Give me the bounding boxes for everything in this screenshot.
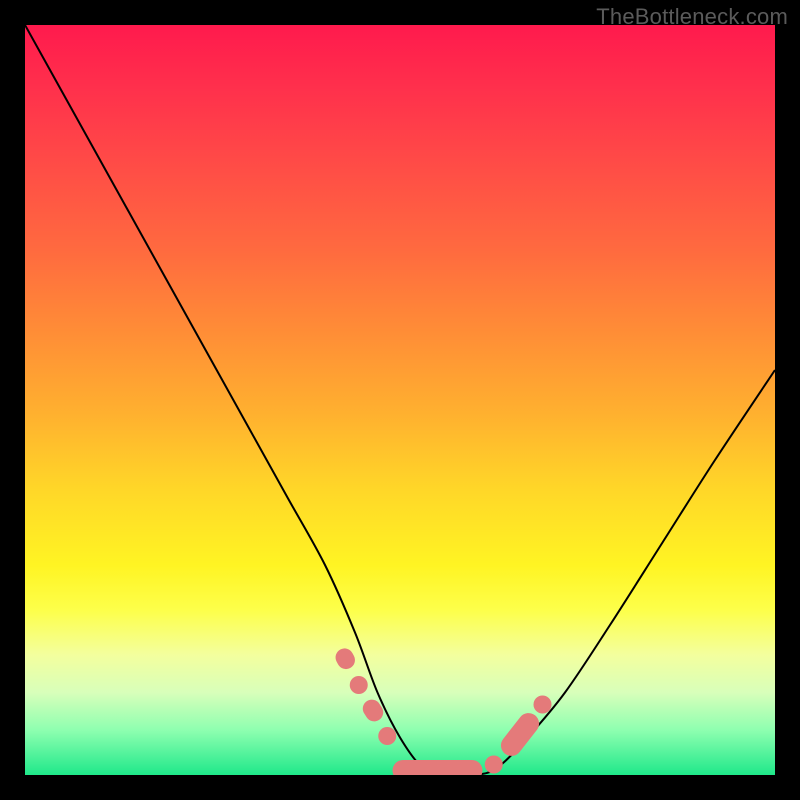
chart-plot-area [25,25,775,775]
curve-marker-pill [332,645,358,672]
curve-marker-dot [350,676,368,694]
curve-marker-pill [359,696,386,725]
bottleneck-curve [25,25,775,775]
curve-marker-dot [485,756,503,774]
curve-marker-pill [497,709,544,760]
bottleneck-curve-svg [25,25,775,775]
curve-marker-pill [393,760,483,775]
curve-markers [332,645,551,775]
curve-marker-dot [378,727,396,745]
curve-marker-dot [534,696,552,714]
